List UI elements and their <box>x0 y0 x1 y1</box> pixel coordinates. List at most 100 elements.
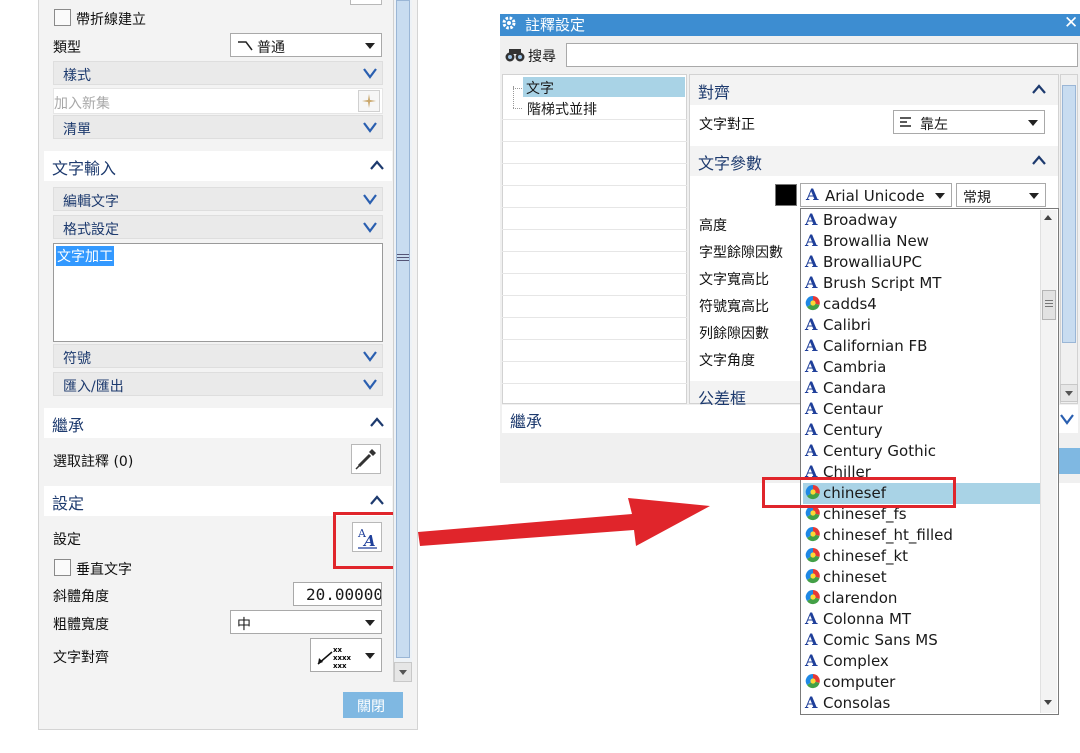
font-list-item[interactable]: cadds4 <box>803 294 1040 315</box>
text-align-dropdown[interactable]: xx xxxx xxx <box>310 638 382 672</box>
settings-label: 設定 <box>53 532 81 548</box>
type-dropdown[interactable]: 普通 <box>230 33 382 57</box>
tree-item-stacked[interactable]: 階梯式並排 <box>527 99 597 119</box>
font-list-scroll-thumb[interactable] <box>1042 290 1056 320</box>
property-scroll-down[interactable] <box>1060 384 1078 402</box>
dialog-titlebar[interactable] <box>500 14 1080 36</box>
text-input-section-header[interactable]: 文字輸入 <box>44 151 392 181</box>
font-list-item[interactable]: A Browallia New <box>803 231 1040 252</box>
eyedropper-button[interactable] <box>351 444 381 474</box>
chevron-down-icon <box>1029 193 1039 199</box>
nx-font-icon <box>805 547 821 565</box>
chevron-down-icon <box>365 43 375 49</box>
dialog-ok-button-partial[interactable] <box>1058 448 1080 474</box>
font-style-dropdown[interactable]: 常規 <box>956 183 1046 207</box>
bold-width-label: 粗體寬度 <box>53 617 109 633</box>
tree-row-divider <box>502 229 687 230</box>
tree-row-divider <box>502 383 687 384</box>
tree-connector <box>513 88 522 89</box>
chevron-down-icon <box>365 620 375 626</box>
style-row[interactable]: 樣式 <box>53 61 383 85</box>
font-list-scrollbar[interactable] <box>1040 210 1057 713</box>
format-row[interactable]: 格式設定 <box>53 215 383 239</box>
font-dropdown[interactable]: A Arial Unicode M <box>800 183 952 207</box>
text-input-value: 文字加工 <box>56 246 114 266</box>
close-button[interactable]: 關閉 <box>343 692 403 718</box>
font-list-item[interactable]: A Century Gothic <box>803 441 1040 462</box>
search-input[interactable] <box>566 43 1078 67</box>
tree-connector <box>513 86 514 108</box>
font-list-item[interactable]: chinesef_kt <box>803 546 1040 567</box>
text-color-swatch[interactable] <box>775 184 797 206</box>
text-input-area[interactable]: 文字加工 <box>53 243 383 342</box>
svg-text:xxxx: xxxx <box>333 654 352 662</box>
font-list-item[interactable]: A Complex <box>803 651 1040 672</box>
arrow-down-icon <box>399 670 407 675</box>
import-export-row[interactable]: 匯入/匯出 <box>53 372 383 396</box>
font-list-item[interactable]: chineset <box>803 567 1040 588</box>
tree-row-divider <box>502 251 687 252</box>
font-list-item[interactable]: A Broadway <box>803 210 1040 231</box>
font-name: Cambria <box>823 358 887 376</box>
binoculars-icon <box>505 49 525 62</box>
left-panel-scroll-thumb[interactable] <box>396 0 410 658</box>
chevron-down-icon <box>363 222 377 233</box>
add-set-button[interactable] <box>358 90 380 112</box>
font-list-item[interactable]: A Centaur <box>803 399 1040 420</box>
font-list-item[interactable]: computer <box>803 672 1040 693</box>
font-name: Consolas <box>823 694 891 712</box>
nx-font-icon <box>805 568 821 586</box>
bold-width-dropdown[interactable]: 中 <box>230 610 382 634</box>
font-name: Broadway <box>823 211 898 229</box>
symbol-row[interactable]: 符號 <box>53 344 383 368</box>
list-row[interactable]: 清單 <box>53 115 383 139</box>
eyedropper-icon <box>355 449 376 470</box>
font-list-item[interactable]: A Comic Sans MS <box>803 630 1040 651</box>
font-list-item[interactable]: clarendon <box>803 588 1040 609</box>
italic-angle-label: 斜體角度 <box>53 589 109 605</box>
truetype-icon: A <box>805 336 818 355</box>
chevron-down-icon <box>363 194 377 205</box>
scroll-up-icon[interactable] <box>1044 215 1052 220</box>
font-name: Complex <box>823 652 889 670</box>
font-name: Calibri <box>823 316 871 334</box>
edit-text-row[interactable]: 編輯文字 <box>53 187 383 211</box>
settings-highlight-box <box>333 512 400 569</box>
scroll-down-icon[interactable] <box>1044 700 1052 705</box>
font-name: Century Gothic <box>823 442 937 460</box>
chevron-up-icon <box>1032 155 1046 165</box>
text-justify-dropdown[interactable]: 靠左 <box>893 110 1045 134</box>
scroll-down-button[interactable] <box>394 662 412 682</box>
dialog-close-icon[interactable]: ✕ <box>1064 13 1078 33</box>
italic-angle-input[interactable]: 20.00000 <box>293 582 382 606</box>
font-list-item[interactable]: A Consolas <box>803 693 1040 714</box>
vertical-text-checkbox[interactable] <box>54 559 71 576</box>
chinesef-highlight-box <box>762 477 956 508</box>
font-list-item[interactable]: A Californian FB <box>803 336 1040 357</box>
font-list-item[interactable]: chinesef_ht_filled <box>803 525 1040 546</box>
tree-row-divider <box>502 185 687 186</box>
bold-width-value: 中 <box>237 617 251 633</box>
font-list-item[interactable]: A Colonna MT <box>803 609 1040 630</box>
property-scroll-thumb[interactable] <box>1062 85 1076 343</box>
font-list-item[interactable]: A Calibri <box>803 315 1040 336</box>
align-section-header[interactable]: 對齊 <box>690 75 1058 105</box>
nx-font-icon <box>805 526 821 544</box>
truetype-icon: A <box>805 399 818 418</box>
chevron-up-icon <box>370 417 384 427</box>
settings-tree <box>502 74 687 404</box>
truetype-icon: A <box>805 609 818 628</box>
text-params-section-header[interactable]: 文字參數 <box>690 146 1058 176</box>
chevron-down-icon <box>363 379 377 390</box>
font-list-item[interactable]: A Cambria <box>803 357 1040 378</box>
tree-row-divider <box>502 207 687 208</box>
font-list-item[interactable]: A Candara <box>803 378 1040 399</box>
polyline-checkbox[interactable] <box>54 9 71 26</box>
font-list-item[interactable]: A BrowalliaUPC <box>803 252 1040 273</box>
font-list-item[interactable]: A Brush Script MT <box>803 273 1040 294</box>
font-name: chinesef_ht_filled <box>823 526 953 544</box>
tree-item-text[interactable]: 文字 <box>523 77 685 97</box>
top-icon-button-partial[interactable] <box>350 0 382 5</box>
inherit-section-header[interactable]: 繼承 <box>44 408 392 438</box>
font-list-item[interactable]: A Century <box>803 420 1040 441</box>
